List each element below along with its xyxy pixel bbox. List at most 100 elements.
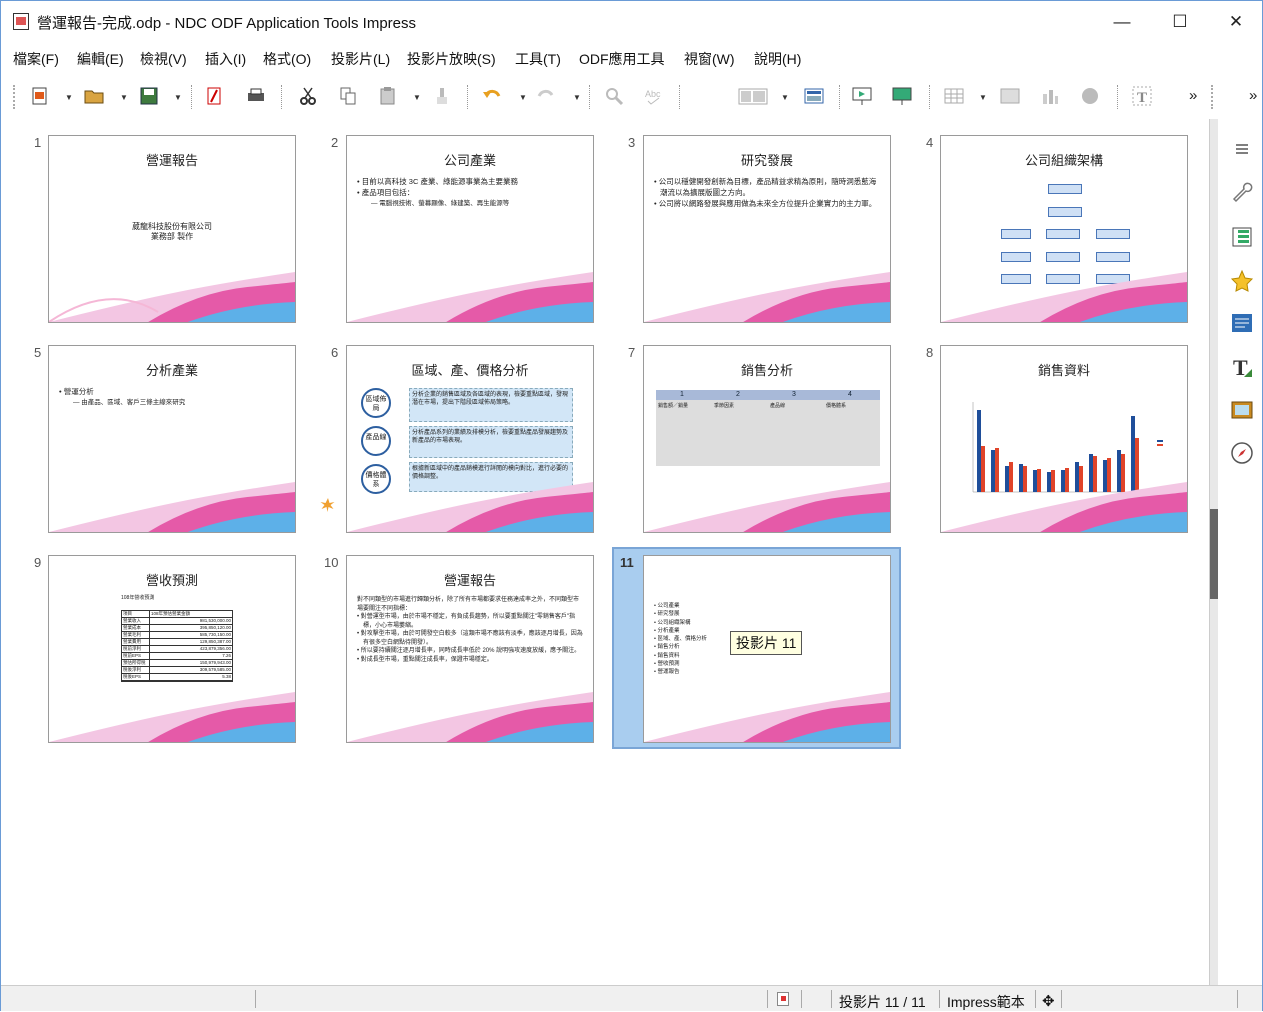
menu-file[interactable]: 檔案(F) xyxy=(13,49,59,69)
save-icon[interactable] xyxy=(136,83,162,109)
table-row: 預估所得稅 150,979,943.00 xyxy=(122,660,232,667)
table-dropdown-icon[interactable]: ▼ xyxy=(979,93,987,102)
table-cell: 營業毛利 xyxy=(122,632,150,638)
org-box xyxy=(1096,229,1130,239)
menu-format[interactable]: 格式(O) xyxy=(263,49,311,69)
slide-decoration xyxy=(941,262,1187,322)
slide-decoration xyxy=(347,262,593,322)
menu-insert[interactable]: 插入(I) xyxy=(205,49,246,69)
window-title: 營運報告-完成.odp - NDC ODF Application Tools … xyxy=(37,15,416,32)
menu-odf-tools[interactable]: ODF應用工具 xyxy=(579,49,665,69)
cut-icon[interactable] xyxy=(295,83,321,109)
find-replace-icon[interactable] xyxy=(601,83,627,109)
open-dropdown-icon[interactable]: ▼ xyxy=(120,93,128,102)
properties-wrench-icon[interactable] xyxy=(1230,179,1254,203)
menu-edit[interactable]: 編輯(E) xyxy=(77,49,124,69)
slide-thumbnail-5[interactable]: 分析產業 • 營運分析 — 由產品、區域、客戶三條主線來研究 xyxy=(48,345,296,533)
table-row: 營業收入 981,530,000.00 xyxy=(122,618,232,625)
table-cell: 營業費用 xyxy=(122,639,150,645)
paste-icon[interactable] xyxy=(375,83,401,109)
slide-thumbnail-6[interactable]: 區域、產、價格分析 區域佈局 產品線 價格體系 分析企業的銷售區域及各區域的表現… xyxy=(346,345,594,533)
sidebar-menu-icon[interactable] xyxy=(1230,137,1254,161)
minimize-button[interactable]: — xyxy=(1099,6,1145,38)
master-slides-icon[interactable] xyxy=(1230,225,1254,249)
print-icon[interactable] xyxy=(243,83,269,109)
slide-thumbnail-1[interactable]: 營運報告 葳龍科技股份有限公司 業務部 製作 xyxy=(48,135,296,323)
menu-window[interactable]: 視窗(W) xyxy=(684,49,735,69)
toolbar-grip[interactable] xyxy=(1211,85,1213,109)
toc-item: • 營運報告 xyxy=(654,669,680,676)
slide-thumbnail-8[interactable]: 銷售資料 xyxy=(940,345,1188,533)
menu-view[interactable]: 檢視(V) xyxy=(140,49,187,69)
table-cell: 稅後EPS xyxy=(122,674,150,680)
undo-icon[interactable] xyxy=(479,83,505,109)
redo-dropdown-icon[interactable]: ▼ xyxy=(573,93,581,102)
slide-title: 公司產業 xyxy=(443,153,496,168)
views-dropdown-icon[interactable]: ▼ xyxy=(781,93,789,102)
org-box xyxy=(1001,229,1031,239)
copy-icon[interactable] xyxy=(335,83,361,109)
clone-formatting-icon[interactable] xyxy=(429,83,455,109)
toolbar-overflow-button-2[interactable]: » xyxy=(1249,87,1257,104)
impress-app-icon xyxy=(13,13,29,30)
toolbar-grip[interactable] xyxy=(13,85,15,109)
toolbar-overflow-button[interactable]: » xyxy=(1189,87,1197,104)
sidebar-splitter[interactable] xyxy=(1210,119,1218,985)
close-button[interactable]: ✕ xyxy=(1213,6,1259,38)
slide-thumbnail-4[interactable]: 公司組織架構 xyxy=(940,135,1188,323)
table-col-number: 2 xyxy=(736,391,740,398)
status-separator xyxy=(767,990,768,1008)
sidebar: T xyxy=(1209,119,1262,985)
toc-item: • 公司組織架構 xyxy=(654,619,691,626)
menu-slideshow[interactable]: 投影片放映(S) xyxy=(407,49,496,69)
slide-thumbnail-2[interactable]: 公司產業 • 目前以高科技 3C 產業、綠能源事業為主要業務 • 產品項目包括：… xyxy=(346,135,594,323)
slide-thumbnail-3[interactable]: 研究發展 • 公司以穩健開發創新為目標，產品精益求精為原則，隨時洞悉藍海潮流以為… xyxy=(643,135,891,323)
insert-chart-icon[interactable] xyxy=(1037,83,1063,109)
standard-toolbar: ▼ ▼ ▼ ▼ ▼ ▼ Abc ▼ ▼ T » » xyxy=(1,75,1262,119)
navigator-icon[interactable] xyxy=(1230,441,1254,465)
undo-dropdown-icon[interactable]: ▼ xyxy=(519,93,527,102)
slide-thumbnail-9[interactable]: 營收預測 108年營收預測 項目 108年預估營業金額 營業收入 981,530,0… xyxy=(48,555,296,743)
slide-thumbnail-10[interactable]: 營運報告 對不同類型的市場進行歸類分析，除了所有市場都要求任務達成率之外，不同類… xyxy=(346,555,594,743)
splitter-handle[interactable] xyxy=(1210,509,1218,599)
slide-number: 7 xyxy=(628,345,636,360)
slide-transition-icon[interactable] xyxy=(320,497,336,513)
diagram-circle: 區域佈局 xyxy=(361,388,391,418)
start-slideshow-icon[interactable] xyxy=(849,83,875,109)
redo-icon[interactable] xyxy=(533,83,559,109)
slide-thumbnail-7[interactable]: 銷售分析 1 2 3 4 銷售額／銷量 季節因素 產品線 價格體系 xyxy=(643,345,891,533)
table-icon[interactable] xyxy=(941,83,967,109)
paste-dropdown-icon[interactable]: ▼ xyxy=(413,93,421,102)
export-pdf-icon[interactable] xyxy=(201,83,227,109)
menu-slide[interactable]: 投影片(L) xyxy=(331,49,390,69)
insert-media-icon[interactable] xyxy=(1077,83,1103,109)
slide-intro-text: 對不同類型的市場進行歸類分析，除了所有市場都要求任務達成率之外，不同類型市場要關… xyxy=(357,597,580,612)
slide-decoration xyxy=(49,262,295,322)
menu-tools[interactable]: 工具(T) xyxy=(515,49,561,69)
new-document-icon[interactable] xyxy=(27,83,53,109)
document-modified-icon[interactable] xyxy=(777,992,789,1006)
slide-layout-icon[interactable] xyxy=(801,83,827,109)
save-dropdown-icon[interactable]: ▼ xyxy=(174,93,182,102)
insert-image-icon[interactable] xyxy=(997,83,1023,109)
status-bar: 投影片 11 / 11 Impress範本 ✥ xyxy=(1,985,1262,1011)
styles-icon[interactable]: T xyxy=(1230,355,1254,380)
spellcheck-icon[interactable]: Abc xyxy=(641,83,667,109)
slide-transition-panel-icon[interactable] xyxy=(1230,311,1254,335)
insert-textbox-icon[interactable]: T xyxy=(1129,83,1155,109)
slideshow-current-icon[interactable] xyxy=(889,83,915,109)
menu-help[interactable]: 說明(H) xyxy=(754,49,801,69)
animation-star-icon[interactable] xyxy=(1230,269,1254,293)
move-cursor-icon[interactable]: ✥ xyxy=(1042,992,1055,1010)
toc-item: • 營收預測 xyxy=(654,661,680,668)
slide-title: 區域、產、價格分析 xyxy=(411,363,529,378)
title-bar: 營運報告-完成.odp - NDC ODF Application Tools … xyxy=(1,1,1262,41)
open-folder-icon[interactable] xyxy=(81,83,107,109)
slide-title: 營運報告 xyxy=(443,573,496,588)
maximize-button[interactable]: ☐ xyxy=(1157,6,1203,38)
display-views-icon[interactable] xyxy=(735,83,771,109)
new-dropdown-icon[interactable]: ▼ xyxy=(65,93,73,102)
sub-bullet-text: — 由產品、區域、客戶三條主線來研究 xyxy=(73,399,186,406)
slide-decoration xyxy=(347,472,593,532)
gallery-icon[interactable] xyxy=(1230,397,1254,421)
